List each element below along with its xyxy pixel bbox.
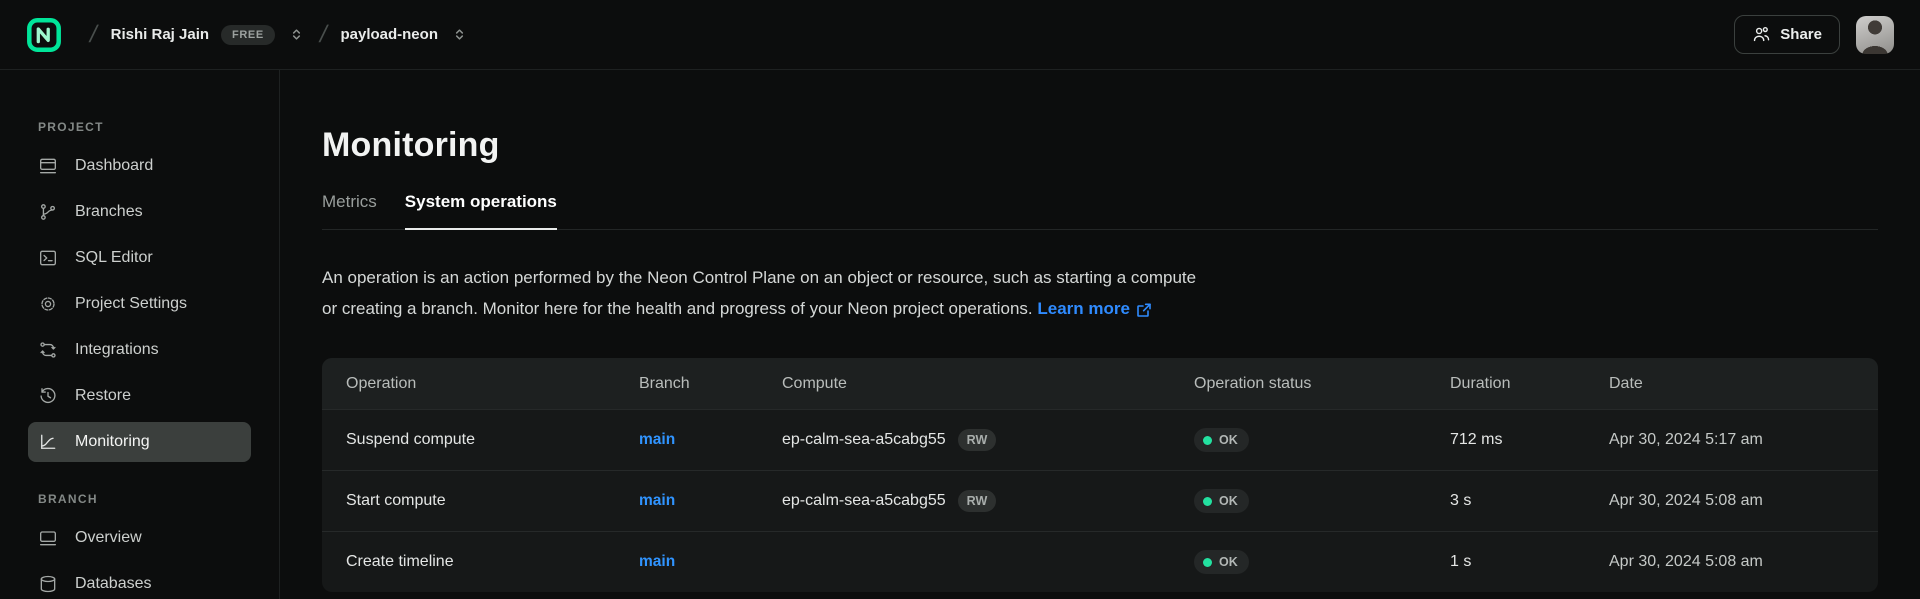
status-ok-dot-icon [1203, 436, 1212, 445]
sidebar-item-label: Project Settings [75, 295, 187, 313]
sidebar-item-sql-editor[interactable]: SQL Editor [28, 238, 251, 278]
sql-editor-icon [38, 248, 58, 268]
status-ok-dot-icon [1203, 558, 1212, 567]
monitoring-icon [38, 432, 58, 452]
sidebar-item-dashboard[interactable]: Dashboard [28, 146, 251, 186]
sidebar-item-overview[interactable]: Overview [28, 518, 251, 558]
sidebar-section-project-label: PROJECT [38, 120, 279, 134]
share-button-label: Share [1780, 26, 1822, 43]
duration-cell: 712 ms [1426, 431, 1585, 449]
sidebar-item-label: Dashboard [75, 157, 153, 175]
rw-badge: RW [958, 490, 997, 512]
operations-table: Operation Branch Compute Operation statu… [322, 358, 1878, 592]
operation-cell: Create timeline [322, 553, 615, 571]
external-link-icon [1136, 300, 1152, 318]
column-header-duration: Duration [1426, 375, 1585, 393]
database-icon [38, 574, 58, 594]
breadcrumb-org-name[interactable]: Rishi Raj Jain [111, 26, 209, 43]
sidebar-item-label: Restore [75, 387, 131, 405]
status-badge: OK [1194, 428, 1249, 452]
neon-logo[interactable] [26, 17, 62, 53]
operations-description: An operation is an action performed by t… [322, 262, 1878, 324]
compute-endpoint: ep-calm-sea-a5cabg55 [782, 492, 946, 510]
sidebar: PROJECT Dashboard Branches [0, 70, 280, 599]
avatar[interactable] [1856, 16, 1894, 54]
table-row: Create timeline main OK 1 s Apr 30, 2024… [322, 531, 1878, 592]
tab-system-operations[interactable]: System operations [405, 192, 557, 230]
status-label: OK [1219, 555, 1238, 569]
sidebar-item-label: Overview [75, 529, 142, 547]
tab-metrics[interactable]: Metrics [322, 192, 377, 230]
status-ok-dot-icon [1203, 497, 1212, 506]
sidebar-item-restore[interactable]: Restore [28, 376, 251, 416]
share-users-icon [1752, 25, 1771, 44]
project-selector-chevrons-icon[interactable] [450, 25, 469, 44]
sidebar-item-label: Monitoring [75, 433, 150, 451]
sidebar-item-label: Branches [75, 203, 143, 221]
main-content: Monitoring Metrics System operations An … [280, 70, 1920, 599]
status-label: OK [1219, 433, 1238, 447]
breadcrumb-separator: / [87, 21, 100, 49]
tab-bar: Metrics System operations [322, 192, 1878, 230]
branches-icon [38, 202, 58, 222]
operation-cell: Suspend compute [322, 431, 615, 449]
breadcrumb-separator: / [317, 21, 330, 49]
compute-endpoint: ep-calm-sea-a5cabg55 [782, 431, 946, 449]
branch-link[interactable]: main [639, 553, 675, 571]
column-header-compute: Compute [758, 375, 1170, 393]
branch-link[interactable]: main [639, 492, 675, 510]
topbar: / Rishi Raj Jain FREE / payload-neon Sha… [0, 0, 1920, 70]
column-header-operation: Operation [322, 375, 615, 393]
sidebar-item-monitoring[interactable]: Monitoring [28, 422, 251, 462]
sidebar-item-label: Databases [75, 575, 152, 593]
learn-more-label: Learn more [1037, 293, 1130, 324]
description-line-1: An operation is an action performed by t… [322, 268, 1196, 287]
status-badge: OK [1194, 489, 1249, 513]
date-cell: Apr 30, 2024 5:17 am [1585, 431, 1878, 449]
sidebar-item-integrations[interactable]: Integrations [28, 330, 251, 370]
sidebar-item-databases[interactable]: Databases [28, 564, 251, 599]
date-cell: Apr 30, 2024 5:08 am [1585, 553, 1878, 571]
learn-more-link[interactable]: Learn more [1037, 293, 1152, 324]
status-label: OK [1219, 494, 1238, 508]
table-row: Start compute main ep-calm-sea-a5cabg55 … [322, 470, 1878, 531]
duration-cell: 1 s [1426, 553, 1585, 571]
restore-icon [38, 386, 58, 406]
org-selector-chevrons-icon[interactable] [287, 25, 306, 44]
integrations-icon [38, 340, 58, 360]
page-title: Monitoring [322, 126, 1878, 165]
share-button[interactable]: Share [1734, 15, 1840, 54]
sidebar-item-project-settings[interactable]: Project Settings [28, 284, 251, 324]
rw-badge: RW [958, 429, 997, 451]
column-header-date: Date [1585, 375, 1878, 393]
table-header-row: Operation Branch Compute Operation statu… [322, 358, 1878, 409]
gear-icon [38, 294, 58, 314]
dashboard-icon [38, 156, 58, 176]
overview-icon [38, 528, 58, 548]
column-header-branch: Branch [615, 375, 758, 393]
operation-cell: Start compute [322, 492, 615, 510]
duration-cell: 3 s [1426, 492, 1585, 510]
column-header-operation-status: Operation status [1170, 375, 1426, 393]
status-badge: OK [1194, 550, 1249, 574]
sidebar-section-branch-label: BRANCH [38, 492, 279, 506]
plan-badge: FREE [221, 25, 275, 45]
branch-link[interactable]: main [639, 431, 675, 449]
date-cell: Apr 30, 2024 5:08 am [1585, 492, 1878, 510]
sidebar-item-label: SQL Editor [75, 249, 153, 267]
table-row: Suspend compute main ep-calm-sea-a5cabg5… [322, 409, 1878, 470]
breadcrumb-project-name[interactable]: payload-neon [340, 26, 438, 43]
sidebar-item-label: Integrations [75, 341, 159, 359]
sidebar-item-branches[interactable]: Branches [28, 192, 251, 232]
description-line-2: or creating a branch. Monitor here for t… [322, 299, 1033, 318]
